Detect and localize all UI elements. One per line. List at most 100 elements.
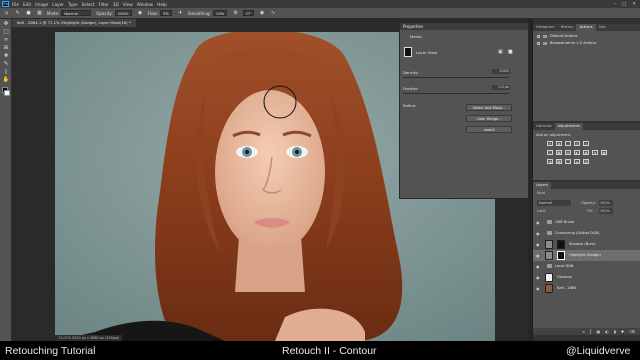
tab-info[interactable]: Info	[596, 24, 609, 31]
menu-filter[interactable]: Filter	[98, 2, 108, 7]
vibrance-icon[interactable]: ▽	[547, 150, 553, 155]
document-tab[interactable]: Kafi - 2884-1 @ 71.1% (Highlight (Dodge)…	[12, 19, 136, 27]
flow-field[interactable]: 3%	[159, 10, 172, 16]
adjustment-layer-icon[interactable]: ◐	[605, 328, 609, 335]
layer-row[interactable]: ◉ Shadow (Burn)	[533, 239, 640, 250]
menu-type[interactable]: Type	[68, 2, 78, 7]
menu-layer[interactable]: Layer	[52, 2, 64, 7]
move-tool-icon[interactable]: ✥	[2, 21, 10, 28]
smoothing-field[interactable]: 10%	[212, 10, 228, 16]
eye-icon[interactable]: ◉	[536, 286, 540, 291]
healing-brush-icon[interactable]: ✚	[2, 53, 10, 60]
symmetry-icon[interactable]: ∿	[270, 10, 277, 17]
menu-view[interactable]: View	[123, 2, 133, 7]
menu-help[interactable]: Help	[157, 2, 167, 7]
marquee-tool-icon[interactable]: □	[2, 29, 10, 36]
layer-row[interactable]: ◉ Cleanup	[533, 272, 640, 283]
tab-layers[interactable]: Layers	[533, 182, 551, 189]
pressure-size-icon[interactable]: ◉	[259, 10, 266, 17]
brush-settings-icon[interactable]: ▦	[36, 10, 43, 17]
layer-mask-thumbnail[interactable]	[557, 251, 565, 260]
levels-icon[interactable]: ▮	[556, 141, 562, 146]
layer-row[interactable]: ◉ Contouring (Global D&B)	[533, 228, 640, 239]
fill-field[interactable]: 100%	[599, 208, 613, 214]
vector-mask-icon[interactable]: ■	[508, 49, 513, 55]
link-icon[interactable]: ∞	[582, 328, 585, 335]
lookup-icon[interactable]: ▦	[601, 150, 607, 155]
tab-history[interactable]: History	[558, 24, 577, 31]
layer-row[interactable]: ◉ ONE Brush	[533, 217, 640, 228]
checkbox-icon[interactable]	[537, 34, 540, 38]
minimize-icon[interactable]: –	[614, 2, 616, 7]
mode-select[interactable]: Normal	[61, 10, 92, 16]
add-mask-icon[interactable]: ▣	[597, 328, 601, 335]
bw-icon[interactable]: ◐	[574, 150, 580, 155]
pressure-opacity-icon[interactable]: ◉	[137, 10, 144, 17]
menu-image[interactable]: Image	[35, 2, 48, 7]
channel-mixer-icon[interactable]: ⊕	[592, 150, 598, 155]
feather-slider[interactable]	[403, 93, 509, 94]
action-set-row[interactable]: Bluepainterna 2.0 Actions	[537, 41, 596, 45]
brush-tool-icon[interactable]: ✎	[14, 10, 21, 17]
new-group-icon[interactable]: ▮	[614, 328, 616, 335]
new-layer-icon[interactable]: ✚	[621, 328, 624, 335]
action-set-row[interactable]: Default Actions	[537, 34, 577, 38]
airbrush-icon[interactable]: ✈	[177, 10, 184, 17]
tab-histogram[interactable]: Histogram	[533, 24, 558, 31]
layer-row[interactable]: ◉ Local D&B	[533, 261, 640, 272]
invert-icon[interactable]: ◑	[547, 159, 553, 164]
brush-preset-icon[interactable]: ●	[25, 10, 32, 17]
color-balance-icon[interactable]: ⚖	[565, 150, 571, 155]
brush-tool-icon[interactable]: ✎	[2, 61, 10, 68]
eye-icon[interactable]: ◉	[536, 275, 540, 280]
eye-icon[interactable]: ◉	[536, 220, 540, 225]
smoothing-options-icon[interactable]: ⚙	[232, 10, 239, 17]
eye-icon[interactable]: ◉	[536, 231, 540, 236]
layer-opacity-field[interactable]: 100%	[599, 200, 613, 206]
checkbox-icon[interactable]	[537, 41, 540, 45]
layer-filter-kind[interactable]: Kind	[537, 191, 545, 195]
select-and-mask-button[interactable]: Select and Mask...	[466, 104, 512, 111]
eye-icon[interactable]: ◉	[536, 264, 540, 269]
layer-mask-thumbnail[interactable]	[557, 240, 565, 249]
trash-icon[interactable]: ⌫	[629, 328, 635, 335]
layer-row[interactable]: ◉ Kafi - 2884	[533, 283, 640, 294]
hue-sat-icon[interactable]: ▣	[556, 150, 562, 155]
gradient-map-icon[interactable]: ▥	[583, 159, 589, 164]
hand-tool-icon[interactable]: ✋	[2, 77, 10, 84]
menu-window[interactable]: Window	[137, 2, 154, 7]
tab-actions[interactable]: Actions	[576, 24, 596, 31]
opacity-field[interactable]: 100%	[114, 10, 132, 16]
crop-tool-icon[interactable]: ⊞	[2, 45, 10, 52]
photo-filter-icon[interactable]: ◉	[583, 150, 589, 155]
triangle-icon[interactable]: △	[583, 141, 589, 146]
exposure-icon[interactable]: ±	[574, 141, 580, 146]
menu-file[interactable]: File	[12, 2, 19, 7]
layer-row-selected[interactable]: ◉ Highlight (Dodge)	[533, 250, 640, 261]
lasso-tool-icon[interactable]: ∞	[2, 37, 10, 44]
home-icon[interactable]: ⌂	[3, 10, 10, 17]
menu-edit[interactable]: Edit	[23, 2, 31, 7]
menu-select[interactable]: Select	[82, 2, 95, 7]
curves-icon[interactable]: ∽	[565, 141, 571, 146]
tab-adjustments[interactable]: Adjustments	[554, 123, 584, 130]
density-slider[interactable]	[403, 77, 509, 78]
menu-3d[interactable]: 3D	[113, 2, 119, 7]
color-range-button[interactable]: Color Range...	[466, 115, 512, 122]
blend-mode-select[interactable]: Normal	[537, 200, 571, 206]
invert-button[interactable]: Invert	[466, 126, 512, 133]
maximize-icon[interactable]: □	[622, 2, 626, 7]
eye-icon[interactable]: ◉	[536, 253, 540, 258]
angle-field[interactable]: 0°	[243, 10, 254, 16]
close-icon[interactable]: ✕	[632, 2, 636, 7]
brightness-icon[interactable]: ☀	[547, 141, 553, 146]
fx-icon[interactable]: ƒ	[590, 328, 591, 335]
posterize-icon[interactable]: ▩	[556, 159, 562, 164]
pixel-mask-icon[interactable]: ▣	[498, 49, 503, 55]
selective-color-icon[interactable]: ◈	[574, 159, 580, 164]
feather-value[interactable]: 0.0 px	[492, 85, 510, 90]
density-value[interactable]: 100%	[492, 69, 510, 74]
background-color-swatch[interactable]	[4, 90, 10, 96]
tab-libraries[interactable]: Libraries	[533, 123, 555, 130]
threshold-icon[interactable]: ▢	[565, 159, 571, 164]
